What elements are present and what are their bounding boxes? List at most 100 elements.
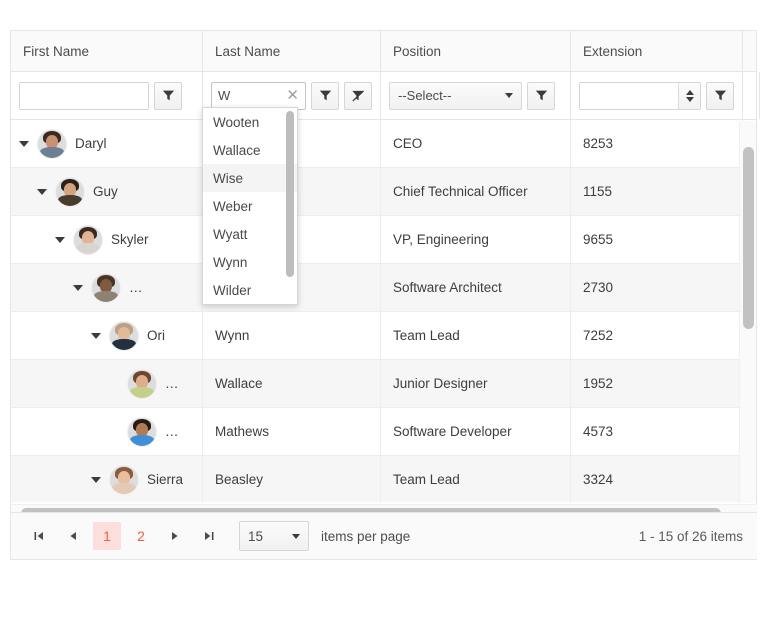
autocomplete-option[interactable]: Wilder — [203, 276, 297, 304]
last-name-autocomplete-popup[interactable]: Wooten Wallace Wise Weber Wyatt Wynn Wilder — [202, 107, 298, 305]
cell-extension: 3324 — [571, 456, 743, 502]
page-button-2[interactable]: 2 — [127, 522, 155, 550]
grid-header-row: First Name Last Name Position Extension — [11, 31, 756, 72]
last-name-filter-input[interactable]: W ✕ — [211, 81, 306, 110]
next-page-button[interactable] — [161, 522, 189, 550]
autocomplete-list[interactable]: Wooten Wallace Wise Weber Wyatt Wynn Wilder — [203, 108, 297, 304]
filter-cell-position: --Select-- — [381, 72, 571, 119]
stepper-down-icon[interactable] — [685, 96, 694, 102]
table-row[interactable]: Skyler VP, Engineering 9655 — [11, 216, 756, 264]
avatar — [73, 224, 103, 255]
previous-page-icon — [70, 532, 76, 540]
cell-position: Chief Technical Officer — [381, 168, 571, 215]
cell-extension: 1155 — [571, 168, 743, 215]
table-row[interactable]: Sierra Beasley Team Lead 3324 — [11, 456, 756, 502]
extension-filter-value — [580, 83, 678, 109]
table-row[interactable]: … Software Architect 2730 — [11, 264, 756, 312]
cell-first-name: Skyler — [11, 216, 203, 263]
page-size-label: items per page — [321, 528, 411, 544]
cell-extension: 2730 — [571, 264, 743, 311]
cell-extension: 4573 — [571, 408, 743, 455]
filter-cell-extension — [571, 72, 743, 119]
first-name-filter-input[interactable] — [19, 81, 149, 110]
autocomplete-option[interactable]: Wyatt — [203, 220, 297, 248]
cell-last-name: Mathews — [203, 408, 381, 455]
cell-extension: 8253 — [571, 120, 743, 167]
stepper-up-icon[interactable] — [685, 89, 694, 95]
quantity-stepper[interactable] — [678, 82, 700, 109]
page-number-label: 1 — [103, 528, 111, 544]
previous-page-button[interactable] — [59, 522, 87, 550]
position-filter-select[interactable]: --Select-- — [389, 81, 522, 110]
cell-first-name: Sierra — [11, 456, 203, 502]
avatar — [109, 464, 139, 495]
column-header-first-name[interactable]: First Name — [11, 31, 203, 71]
table-row[interactable]: … Wallace Junior Designer 1952 — [11, 360, 756, 408]
autocomplete-option[interactable]: Wallace — [203, 136, 297, 164]
filter-cell-first-name — [11, 72, 203, 119]
page-size-select[interactable]: 15 — [239, 521, 309, 551]
autocomplete-option[interactable]: Weber — [203, 192, 297, 220]
cell-position: Software Developer — [381, 408, 571, 455]
grid-filter-row: W ✕ --Select-- — [11, 72, 760, 120]
avatar — [127, 368, 157, 399]
pager: 1 2 15 items per page 1 - 15 of 26 items — [11, 512, 757, 559]
autocomplete-option[interactable]: Wynn — [203, 248, 297, 276]
go-to-first-page-button[interactable] — [25, 522, 53, 550]
cell-extension: 7252 — [571, 312, 743, 359]
table-row[interactable]: Daryl CEO 8253 — [11, 120, 756, 168]
first-name-text: Skyler — [111, 232, 149, 247]
expand-collapse-icon[interactable] — [73, 284, 83, 291]
extension-filter-button[interactable] — [706, 81, 734, 110]
avatar — [55, 176, 85, 207]
table-row[interactable]: Ori Wynn Team Lead 7252 — [11, 312, 756, 360]
vertical-scrollbar-thumb[interactable] — [743, 147, 754, 329]
autocomplete-scrollbar-thumb[interactable] — [286, 111, 294, 277]
last-name-filter-button[interactable] — [311, 81, 339, 110]
go-to-last-page-icon — [205, 532, 214, 540]
vertical-scrollbar[interactable] — [739, 121, 756, 503]
page-button-1[interactable]: 1 — [93, 522, 121, 550]
cell-extension: 9655 — [571, 216, 743, 263]
expand-collapse-icon[interactable] — [19, 140, 29, 147]
column-header-last-name[interactable]: Last Name — [203, 31, 381, 71]
position-filter-button[interactable] — [527, 81, 555, 110]
cell-first-name: Ori — [11, 312, 203, 359]
pager-info: 1 - 15 of 26 items — [638, 528, 743, 544]
go-to-first-page-icon — [34, 532, 43, 540]
go-to-last-page-button[interactable] — [195, 522, 223, 550]
expand-collapse-icon[interactable] — [91, 476, 101, 483]
first-name-text: Ori — [147, 328, 165, 343]
column-header-filler — [743, 31, 767, 71]
filter-icon — [714, 90, 726, 101]
column-header-extension[interactable]: Extension — [571, 31, 743, 71]
filter-cell-filler — [743, 72, 760, 119]
extension-filter-numeric-input[interactable] — [579, 81, 701, 110]
cell-first-name: … — [11, 360, 203, 407]
cell-position: Junior Designer — [381, 360, 571, 407]
grid-body: Daryl CEO 8253 Guy Chief Technical Officer 11… — [11, 120, 756, 502]
column-header-position[interactable]: Position — [381, 31, 571, 71]
first-name-filter-button[interactable] — [154, 81, 182, 110]
avatar — [109, 320, 139, 351]
autocomplete-option[interactable]: Wise — [203, 164, 297, 192]
filter-icon — [535, 90, 547, 101]
cell-position: VP, Engineering — [381, 216, 571, 263]
cell-last-name: Beasley — [203, 456, 381, 502]
avatar — [37, 128, 67, 159]
expand-collapse-icon[interactable] — [37, 188, 47, 195]
cell-last-name: Wallace — [203, 360, 381, 407]
last-name-filter-value: W — [218, 88, 231, 103]
expand-collapse-icon[interactable] — [91, 332, 101, 339]
page-size-value: 15 — [248, 528, 264, 544]
close-icon[interactable]: ✕ — [282, 88, 299, 103]
next-page-icon — [172, 532, 178, 540]
table-row[interactable]: Guy Chief Technical Officer 1155 — [11, 168, 756, 216]
first-name-text: Guy — [93, 184, 118, 199]
filter-icon — [319, 90, 331, 101]
table-row[interactable]: … Mathews Software Developer 4573 — [11, 408, 756, 456]
cell-last-name: Wynn — [203, 312, 381, 359]
last-name-clear-filter-button[interactable] — [344, 81, 372, 110]
autocomplete-option[interactable]: Wooten — [203, 108, 297, 136]
expand-collapse-icon[interactable] — [55, 236, 65, 243]
